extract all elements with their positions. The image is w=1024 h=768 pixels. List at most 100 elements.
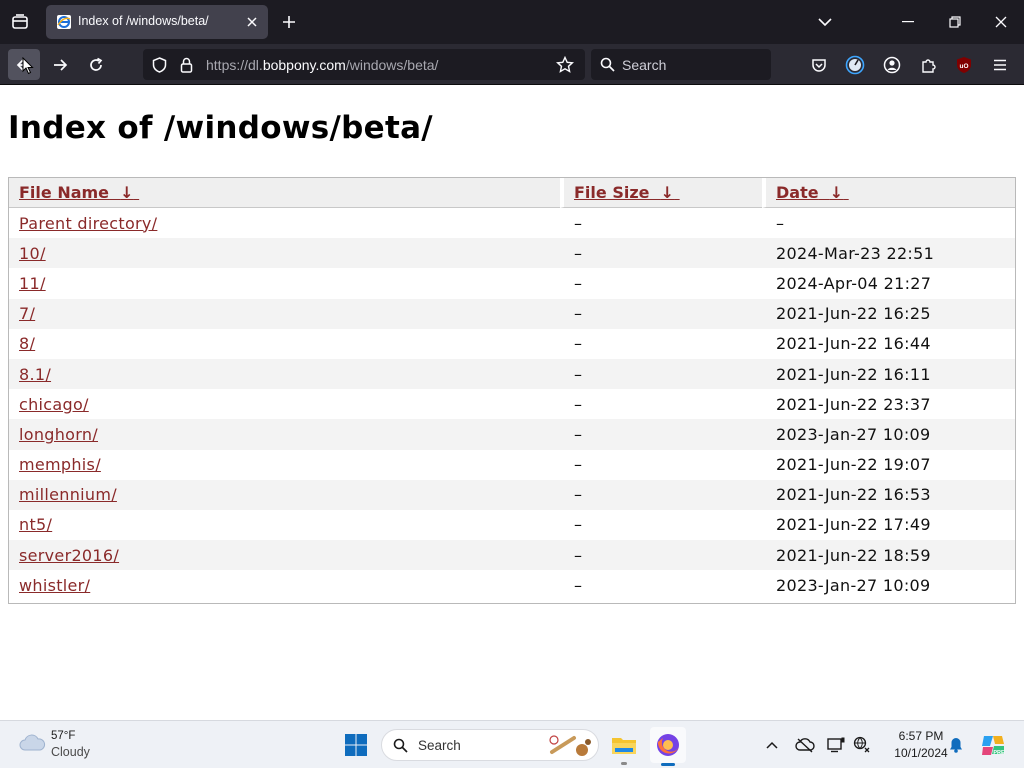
file-link[interactable]: 10/ — [19, 244, 46, 263]
search-icon — [393, 738, 408, 753]
firefox-taskbar-button[interactable] — [650, 727, 686, 763]
file-size-cell: – — [574, 575, 583, 595]
network-globe-icon — [853, 736, 870, 753]
onedrive-tray-icon[interactable] — [794, 735, 816, 755]
notifications-button[interactable] — [946, 734, 966, 756]
sort-by-date-link[interactable]: Date ↓ — [776, 183, 849, 202]
file-link[interactable]: 8/ — [19, 334, 35, 353]
sort-by-size-link[interactable]: File Size ↓ — [574, 183, 680, 202]
copilot-button[interactable]: PRE — [978, 730, 1008, 760]
address-bar[interactable]: https://dl.bobpony.com/windows/beta/ — [143, 49, 585, 80]
cloud-icon — [19, 734, 46, 751]
file-date-cell: 2021-Jun-22 23:37 — [776, 394, 931, 414]
column-header-size: File Size ↓ — [560, 178, 762, 208]
file-date-cell: 2021-Jun-22 16:11 — [762, 358, 1015, 390]
sort-arrow-icon: ↓ — [829, 183, 844, 202]
list-all-tabs-button[interactable] — [814, 12, 836, 32]
close-tab-button[interactable] — [242, 12, 262, 32]
file-link[interactable]: Parent directory/ — [19, 214, 157, 233]
file-size-cell: – — [560, 479, 762, 510]
file-name-cell: Parent directory/ — [9, 208, 560, 238]
weather-widget[interactable]: 57°F Cloudy — [10, 725, 100, 765]
file-listing: File Name ↓ File Size ↓ Date ↓ Parent di… — [8, 177, 1016, 604]
file-date-cell: 2021-Jun-22 16:53 — [762, 479, 1015, 510]
extensions-button[interactable] — [917, 54, 939, 76]
file-name-cell: 10/ — [9, 238, 560, 269]
minimize-button[interactable] — [896, 12, 920, 32]
clock[interactable] — [0, 721, 1, 722]
minimize-icon — [902, 21, 914, 23]
firefox-icon — [657, 734, 679, 756]
pocket-button[interactable] — [808, 54, 830, 76]
svg-text:PRE: PRE — [993, 750, 1005, 756]
restore-icon — [949, 16, 961, 28]
account-button[interactable] — [881, 54, 903, 76]
tab-title: Index of /windows/beta/ — [78, 14, 209, 28]
forward-button[interactable] — [46, 49, 74, 80]
file-link[interactable]: whistler/ — [19, 576, 90, 595]
ublock-shield-icon: uO — [957, 57, 971, 73]
table-row: 8/ – 2021-Jun-22 16:44 — [9, 329, 1015, 359]
tab-list-button[interactable] — [8, 10, 32, 34]
start-button[interactable] — [342, 731, 370, 759]
sort-arrow-icon: ↓ — [120, 183, 134, 202]
column-header-date: Date ↓ — [762, 178, 1015, 208]
file-date-cell: 2023-Jan-27 10:09 — [776, 575, 931, 595]
file-size-cell: – — [574, 213, 583, 233]
column-label: File Name — [19, 183, 110, 202]
page-content: Index of /windows/beta/ File Name ↓ File… — [0, 86, 1024, 720]
ublock-origin-button[interactable]: uO — [953, 54, 975, 76]
file-explorer-taskbar-button[interactable] — [608, 729, 640, 761]
taskbar-search-label: Search — [418, 738, 461, 753]
file-size-cell: – — [574, 455, 583, 475]
taskbar-search-box[interactable]: Search — [381, 729, 599, 761]
column-header-name: File Name ↓ — [9, 178, 560, 208]
file-link[interactable]: nt5/ — [19, 515, 52, 534]
extension-button-dial[interactable] — [844, 54, 866, 76]
app-menu-button[interactable] — [989, 54, 1011, 76]
url-text[interactable]: https://dl.bobpony.com/windows/beta/ — [206, 57, 438, 73]
reload-button[interactable] — [82, 49, 110, 80]
new-tab-button[interactable] — [279, 12, 299, 32]
shield-icon[interactable] — [152, 57, 167, 73]
restore-button[interactable] — [943, 12, 967, 32]
search-icon — [600, 57, 615, 72]
file-date-cell: 2023-Jan-27 10:09 — [762, 419, 1015, 450]
file-link[interactable]: server2016/ — [19, 546, 119, 565]
table-row: nt5/ – 2021-Jun-22 17:49 — [9, 510, 1015, 540]
arrow-right-icon — [54, 58, 68, 71]
taskbar: 57°F Cloudy Search 6:57 PM 10/1/2024 PRE — [0, 720, 1024, 768]
sort-by-name-link[interactable]: File Name ↓ — [19, 183, 139, 202]
file-link[interactable]: 8.1/ — [19, 365, 51, 384]
url-host: bobpony.com — [262, 57, 346, 73]
copilot-icon: PRE — [982, 736, 1005, 756]
url-prefix: https://dl. — [206, 57, 263, 73]
file-link[interactable]: 11/ — [19, 274, 46, 293]
table-row: memphis/ – 2021-Jun-22 19:07 — [9, 450, 1015, 480]
chevron-down-icon — [818, 18, 832, 27]
ie-globe-icon — [57, 15, 71, 29]
lock-icon[interactable] — [180, 57, 193, 73]
star-icon[interactable] — [556, 56, 574, 74]
page-title: Index of /windows/beta/ — [8, 110, 433, 146]
dial-icon — [845, 55, 865, 75]
table-row: whistler/ – 2023-Jan-27 10:09 — [9, 570, 1015, 600]
tab-bar: Index of /windows/beta/ — [0, 0, 1024, 44]
puzzle-icon — [922, 59, 936, 73]
display-tray-icon[interactable] — [825, 735, 847, 755]
show-hidden-icons-button[interactable] — [762, 735, 782, 755]
search-bar[interactable]: Search — [591, 49, 771, 80]
file-link[interactable]: 7/ — [19, 304, 35, 323]
file-link[interactable]: millennium/ — [19, 485, 117, 504]
file-link[interactable]: chicago/ — [19, 395, 89, 414]
cloud-offline-icon — [795, 738, 815, 753]
file-link[interactable]: longhorn/ — [19, 425, 98, 444]
file-table: File Name ↓ File Size ↓ Date ↓ Parent di… — [9, 178, 1015, 600]
close-window-button[interactable] — [989, 12, 1013, 32]
active-tab[interactable]: Index of /windows/beta/ — [46, 5, 268, 39]
file-size-cell: – — [560, 419, 762, 450]
file-date-cell: – — [776, 213, 785, 233]
network-tray-icon[interactable] — [851, 735, 873, 755]
file-date-cell: 2021-Jun-22 16:44 — [776, 334, 931, 354]
file-link[interactable]: memphis/ — [19, 455, 101, 474]
